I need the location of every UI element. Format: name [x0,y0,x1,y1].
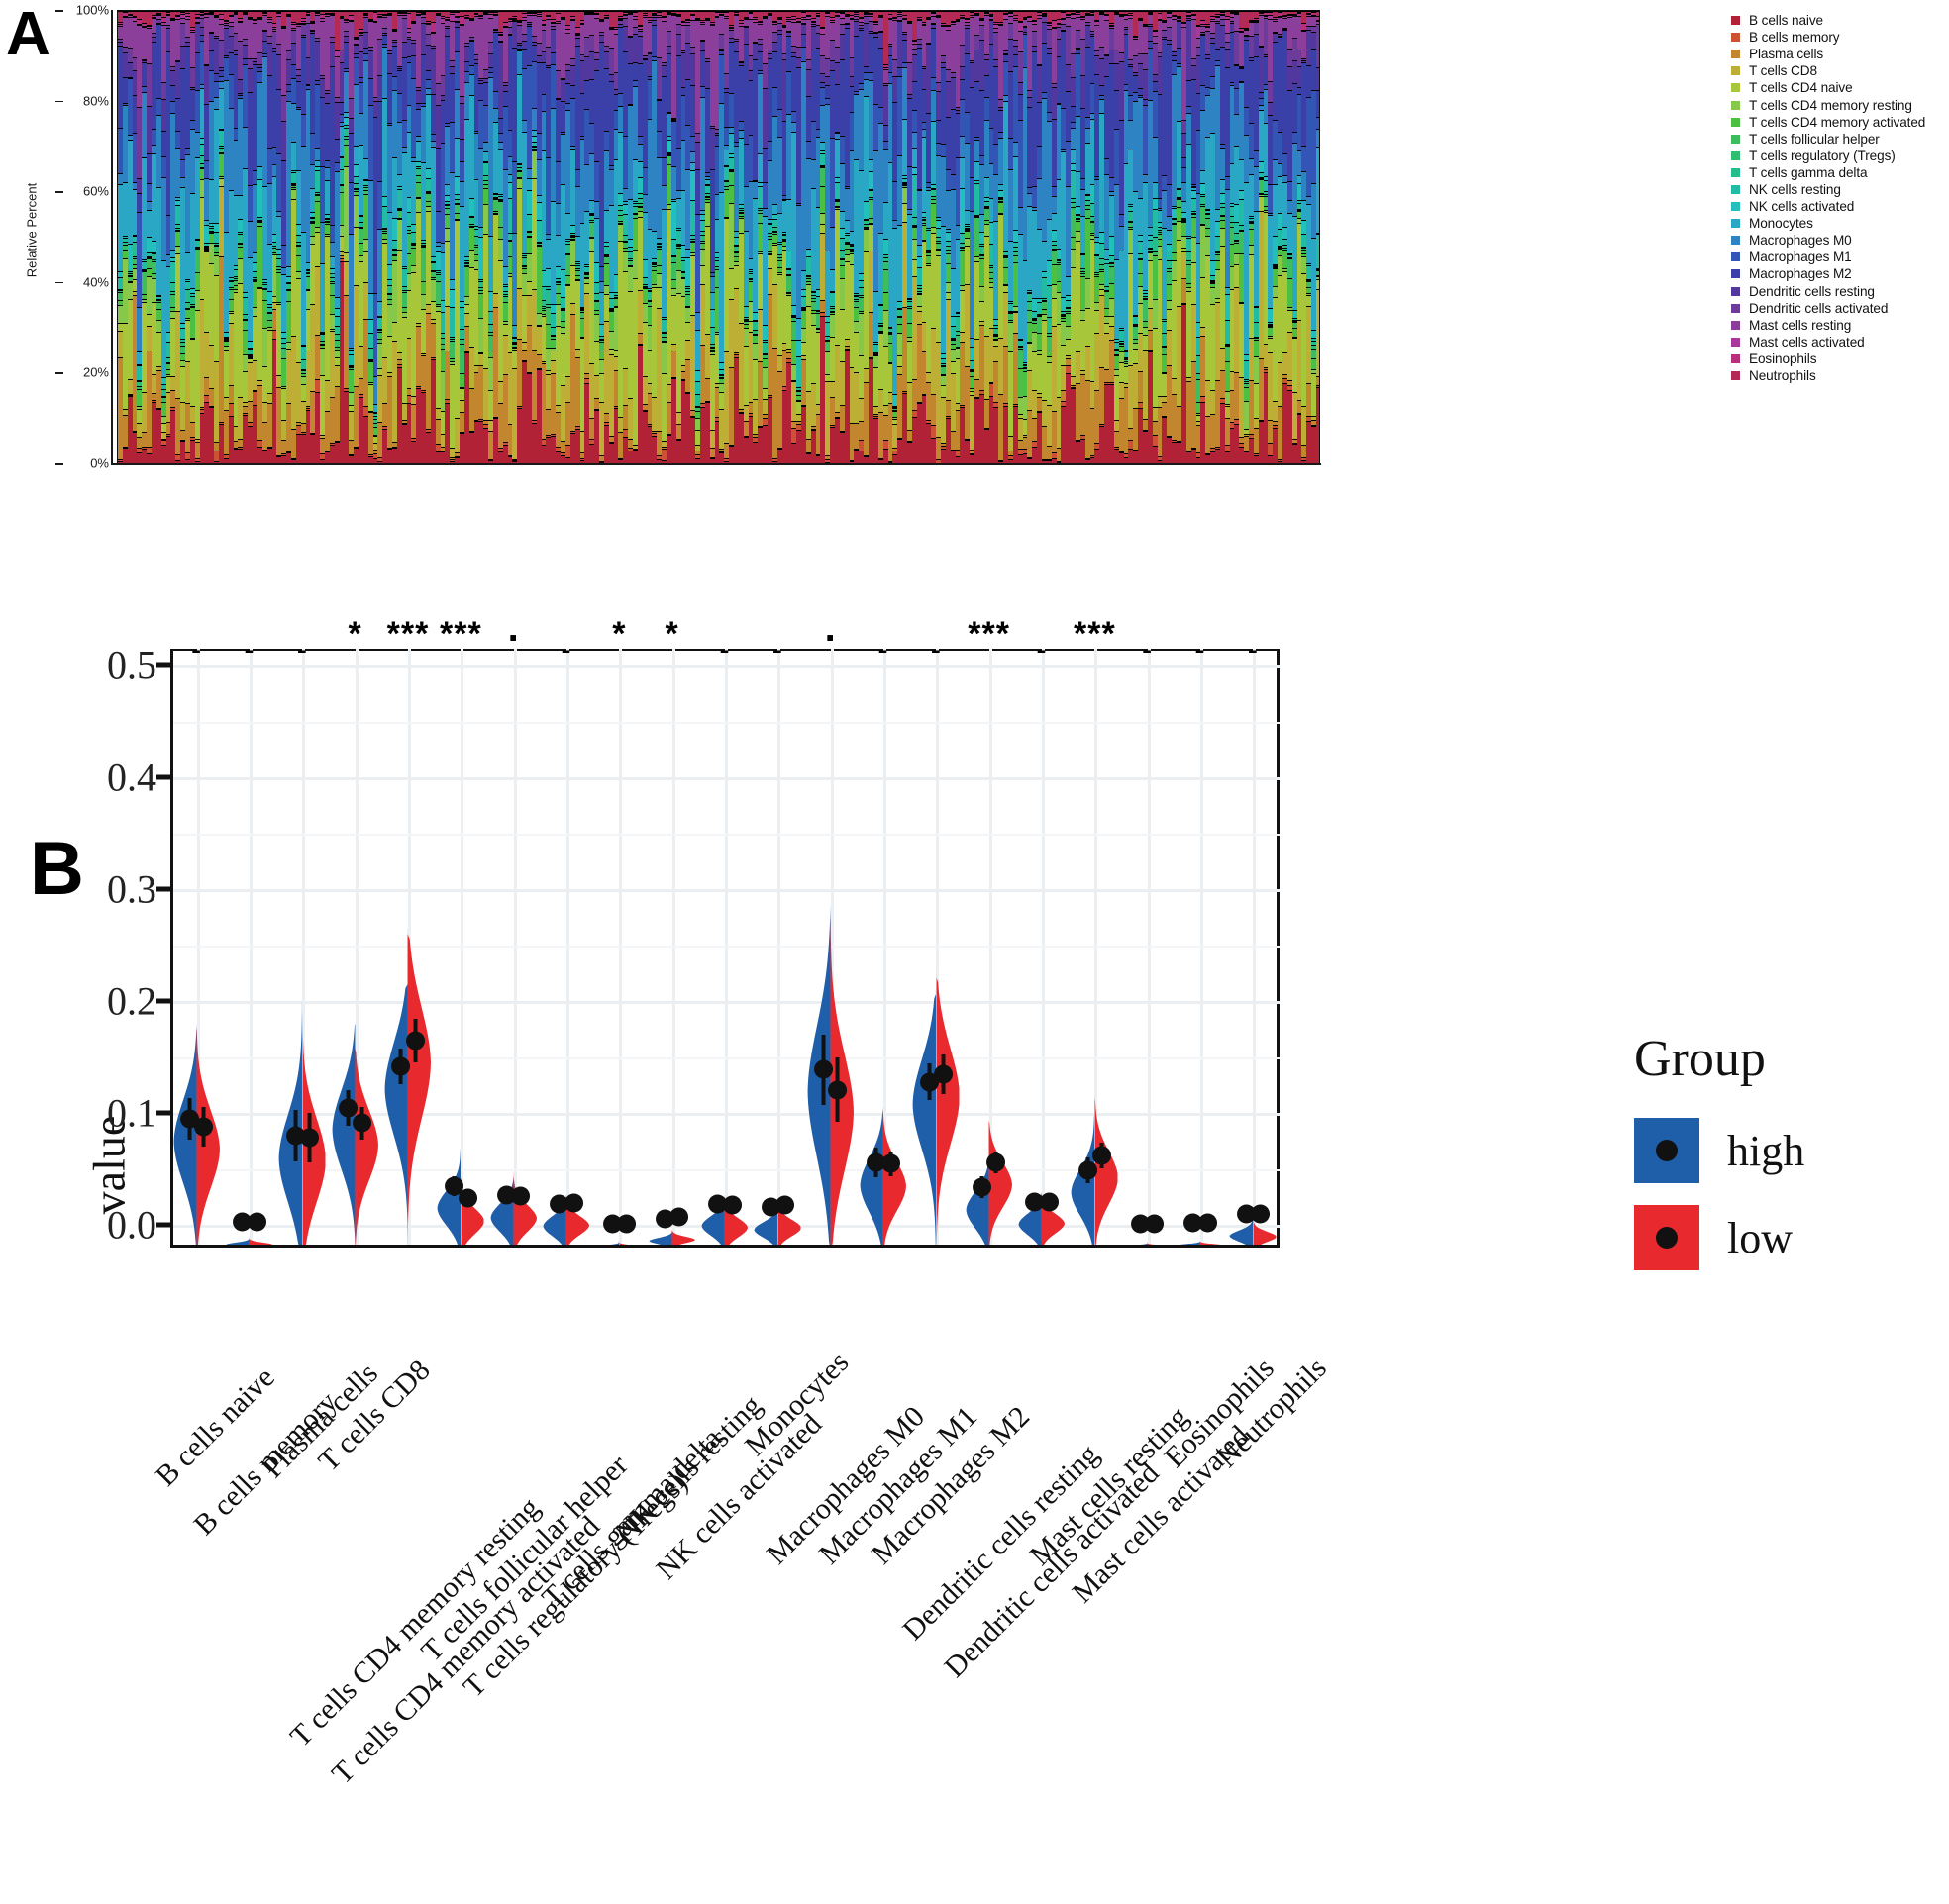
panel-a-stacked-bar-chart [117,10,1320,465]
panel-a-y-tick-label: 20% [82,364,109,380]
panel-a-y-tick-label: 0% [90,455,109,471]
panel-a-y-tick-label: 80% [82,93,109,109]
panel-a-y-tick-label: 60% [82,183,109,199]
panel-a-y-axis-ticks: 100% 80% 60% 40% 20% 0% [48,0,109,471]
panel-a-letter: A [6,0,51,68]
panel-a-y-axis-label: Relative Percent [24,182,40,278]
panel-a-y-axis-line [111,10,113,465]
panel-a: A Relative Percent 100%80%60%40%20%0% TC… [0,0,1949,554]
panel-a-y-tick-label: 100% [75,2,109,18]
panel-a-y-tick-label: 40% [82,274,109,290]
